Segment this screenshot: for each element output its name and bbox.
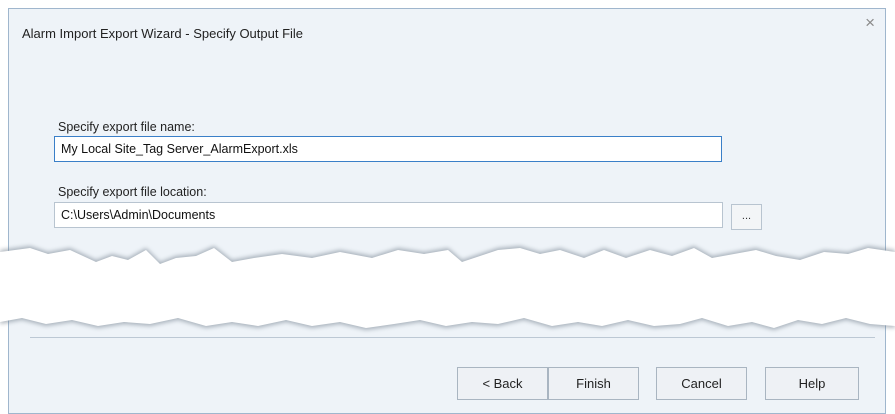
file-location-input[interactable] [54,202,723,228]
help-button[interactable]: Help [765,367,859,400]
close-icon[interactable]: × [865,13,875,33]
page-tear-graphic [0,246,895,330]
back-button[interactable]: < Back [457,367,548,400]
finish-button[interactable]: Finish [548,367,639,400]
file-name-input[interactable] [54,136,722,162]
wizard-dialog: Alarm Import Export Wizard - Specify Out… [8,8,886,414]
button-separator [30,337,875,338]
browse-button[interactable]: ... [731,204,762,230]
file-name-label: Specify export file name: [58,120,195,134]
title-bar: Alarm Import Export Wizard - Specify Out… [9,9,885,55]
cancel-button[interactable]: Cancel [656,367,747,400]
file-location-label: Specify export file location: [58,185,207,199]
dialog-title: Alarm Import Export Wizard - Specify Out… [22,26,304,41]
